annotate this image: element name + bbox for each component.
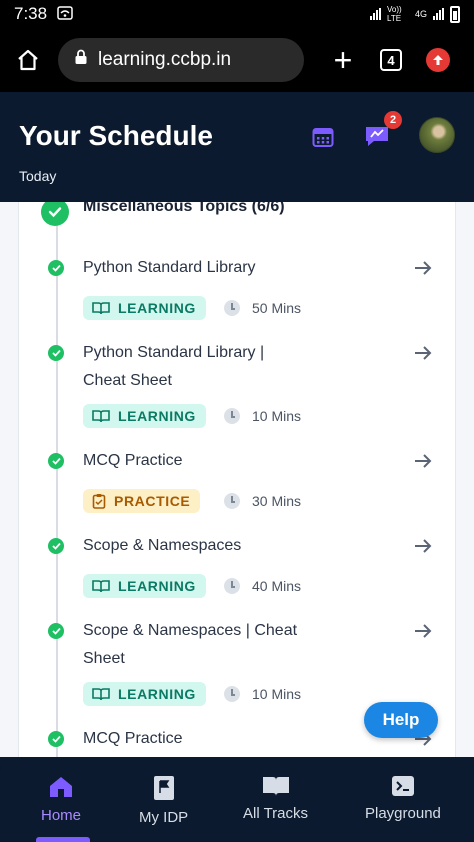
- clock-icon: [224, 686, 240, 702]
- nav-home-label: Home: [41, 807, 82, 824]
- duration: 30 Mins: [224, 493, 301, 509]
- check-icon: [48, 345, 64, 361]
- terminal-nav-icon: [391, 776, 414, 796]
- tab-switcher-button[interactable]: 4: [380, 49, 402, 71]
- nav-playground-label: Playground: [365, 805, 441, 822]
- duration-text: 50 Mins: [252, 300, 302, 316]
- duration: 50 Mins: [224, 300, 301, 316]
- arrow-right-icon[interactable]: [413, 451, 433, 476]
- item-title: MCQ Practice: [83, 452, 183, 469]
- nav-all-tracks-label: All Tracks: [243, 805, 309, 822]
- item-title: Python Standard Library | Cheat Sheet: [83, 344, 265, 389]
- item-title: Scope & Namespaces: [83, 537, 242, 554]
- tag-label: LEARNING: [118, 300, 196, 316]
- arrow-right-icon[interactable]: [413, 258, 433, 283]
- page-title: Your Schedule: [19, 120, 213, 151]
- check-icon: [48, 453, 64, 469]
- status-indicators: Vo)) LTE 4G: [369, 5, 460, 23]
- book-icon: [92, 302, 110, 315]
- arrow-right-icon[interactable]: [413, 621, 433, 646]
- app-header: Your Schedule Today 2: [0, 92, 474, 202]
- tag-label: PRACTICE: [114, 493, 191, 509]
- tag-label: LEARNING: [118, 408, 196, 424]
- tag-learning: LEARNING: [83, 574, 206, 598]
- network-label: 4G: [414, 9, 427, 19]
- nav-all-tracks[interactable]: All Tracks: [243, 775, 308, 822]
- tag-learning: LEARNING: [83, 296, 206, 320]
- signal-icon: [369, 8, 381, 20]
- help-button[interactable]: Help: [364, 702, 438, 738]
- duration: 10 Mins: [224, 408, 301, 424]
- home-nav-icon: [50, 777, 72, 797]
- messages-icon[interactable]: [364, 124, 390, 153]
- signal-icon-2: [433, 8, 444, 20]
- item-title: Python Standard Library: [83, 259, 256, 276]
- browser-toolbar: learning.ccbp.in + 4: [0, 28, 474, 92]
- duration-text: 30 Mins: [252, 493, 302, 509]
- address-bar[interactable]: learning.ccbp.in: [58, 38, 304, 82]
- book-nav-icon: [262, 777, 289, 796]
- lock-icon: [74, 49, 88, 71]
- check-icon: [48, 538, 64, 554]
- topic-title: Miscellaneous Topics (6/6): [83, 202, 285, 215]
- tag-label: LEARNING: [118, 578, 196, 594]
- clock-icon: [224, 578, 240, 594]
- tag-learning: LEARNING: [83, 682, 206, 706]
- home-icon[interactable]: [12, 44, 44, 76]
- nav-my-idp[interactable]: My IDP: [139, 775, 188, 826]
- schedule-content: Miscellaneous Topics (6/6) Python Standa…: [0, 202, 474, 757]
- check-icon: [48, 623, 64, 639]
- arrow-right-icon[interactable]: [413, 536, 433, 561]
- check-icon: [48, 260, 64, 276]
- clock-icon: [224, 300, 240, 316]
- book-icon: [92, 410, 110, 423]
- new-tab-button[interactable]: +: [328, 44, 358, 76]
- wifi-icon: [57, 5, 73, 23]
- carrier-label: Vo)) LTE: [386, 5, 402, 23]
- status-bar: 7:38 Vo)) LTE 4G: [0, 0, 474, 28]
- bottom-navigation: Home My IDP All Tracks Playground: [0, 757, 474, 842]
- clock-icon: [224, 493, 240, 509]
- url-text: learning.ccbp.in: [98, 49, 232, 70]
- topic-check-icon: [41, 202, 69, 226]
- idp-nav-icon: [153, 776, 174, 800]
- book-icon: [92, 688, 110, 701]
- duration-text: 10 Mins: [252, 686, 302, 702]
- schedule-card: Miscellaneous Topics (6/6) Python Standa…: [18, 202, 456, 757]
- arrow-right-icon[interactable]: [413, 343, 433, 368]
- tag-practice: PRACTICE: [83, 489, 201, 513]
- tag-label: LEARNING: [118, 686, 196, 702]
- nav-active-indicator: [36, 837, 90, 842]
- nav-playground[interactable]: Playground: [365, 775, 441, 822]
- nav-my-idp-label: My IDP: [139, 809, 189, 826]
- duration: 40 Mins: [224, 578, 301, 594]
- item-title: MCQ Practice: [83, 730, 183, 747]
- item-title: Scope & Namespaces | Cheat Sheet: [83, 622, 298, 667]
- check-icon: [48, 731, 64, 747]
- update-icon[interactable]: [426, 48, 450, 72]
- duration: 10 Mins: [224, 686, 301, 702]
- status-time: 7:38: [14, 4, 48, 23]
- timeline-line: [56, 214, 58, 757]
- book-icon: [92, 580, 110, 593]
- clock-icon: [224, 408, 240, 424]
- page-subtitle: Today: [19, 168, 57, 184]
- clipboard-icon: [92, 494, 106, 509]
- notification-badge: 2: [384, 111, 402, 129]
- battery-icon: [450, 5, 460, 23]
- calendar-icon[interactable]: [312, 126, 334, 153]
- duration-text: 40 Mins: [252, 578, 302, 594]
- duration-text: 10 Mins: [252, 408, 302, 424]
- tag-learning: LEARNING: [83, 404, 206, 428]
- nav-home[interactable]: Home: [41, 775, 81, 824]
- avatar[interactable]: [419, 117, 455, 153]
